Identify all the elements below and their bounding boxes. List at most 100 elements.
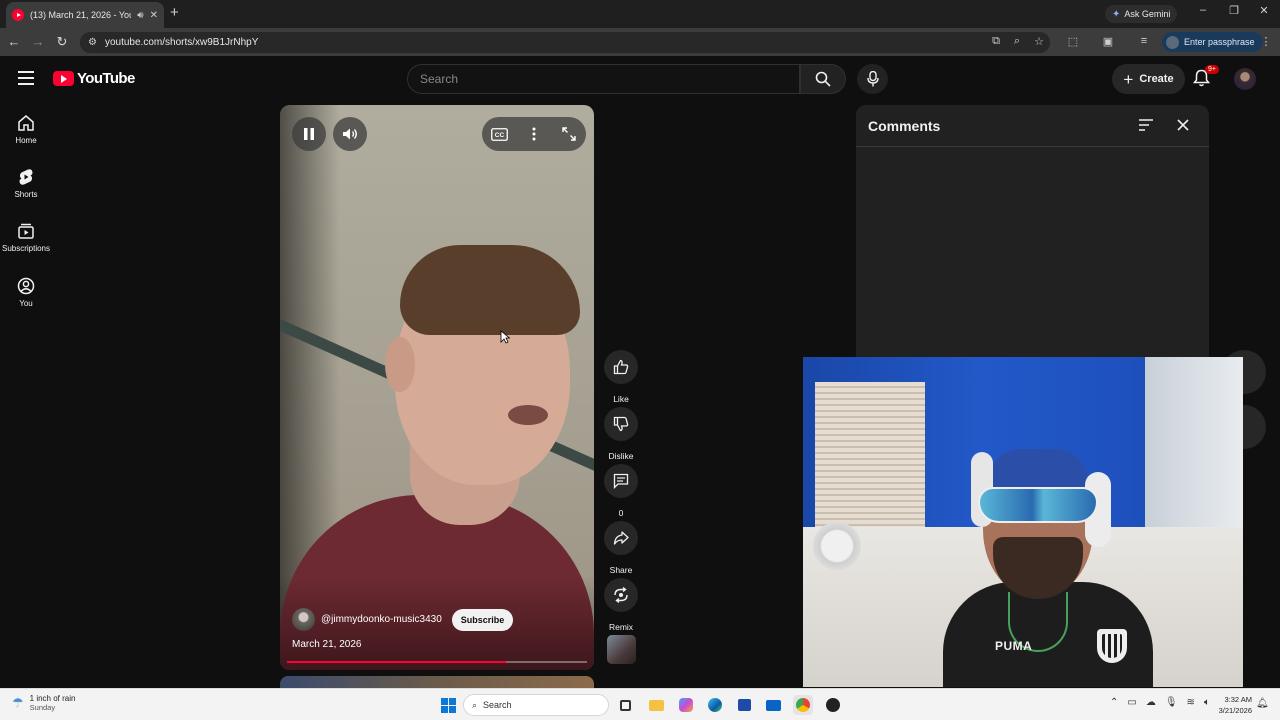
close-icon: [1177, 119, 1189, 131]
subscribe-button[interactable]: Subscribe: [451, 608, 514, 631]
search-box[interactable]: [407, 64, 800, 94]
thumbs-up-icon: [613, 359, 629, 375]
profile-avatar: [1166, 35, 1179, 49]
channel-name[interactable]: @jimmydoonko-music3430: [321, 614, 442, 625]
task-view-icon[interactable]: [615, 695, 635, 715]
youtube-logo[interactable]: YouTube: [53, 70, 135, 87]
fullscreen-button[interactable]: [552, 117, 586, 151]
camera-icon[interactable]: ▭: [1127, 697, 1136, 708]
remix-label: Remix: [608, 622, 634, 632]
reload-icon[interactable]: ↻: [54, 34, 70, 50]
minimize-icon[interactable]: –: [1193, 4, 1213, 16]
site-info-icon[interactable]: ⚙︎: [88, 37, 97, 48]
progress-bar[interactable]: [287, 661, 587, 663]
cloud-icon[interactable]: ☁: [1146, 697, 1156, 708]
volume-button[interactable]: [333, 117, 367, 151]
shorts-video-player[interactable]: CC @jimmydoonko-music3430 Subscribe Marc…: [280, 105, 594, 670]
close-comments-button[interactable]: [1176, 118, 1190, 132]
window-close-icon[interactable]: ✕: [1254, 4, 1274, 17]
create-label: Create: [1139, 73, 1174, 85]
wifi-icon[interactable]: ≋: [1187, 697, 1195, 708]
restore-icon[interactable]: ❐: [1224, 4, 1244, 17]
dislike-circle[interactable]: [604, 407, 638, 441]
sidebar-item-you[interactable]: You: [0, 277, 52, 308]
obs-icon[interactable]: [823, 695, 843, 715]
weather-widget[interactable]: ☂ 1 inch of rain Sunday: [12, 694, 75, 712]
enter-passphrase-button[interactable]: Enter passphrase: [1162, 32, 1263, 52]
taskbar-search[interactable]: ⌕ Search: [463, 694, 609, 716]
extensions-icon[interactable]: ⬚: [1065, 35, 1081, 48]
sidebar-item-subscriptions[interactable]: Subscriptions: [0, 222, 52, 253]
microphone-icon[interactable]: 🎙︎: [1165, 697, 1178, 708]
search-input[interactable]: [420, 72, 799, 86]
start-button[interactable]: [438, 695, 458, 715]
expand-icon: [562, 127, 576, 141]
sound-thumbnail[interactable]: [607, 635, 636, 664]
edge-icon[interactable]: [705, 695, 725, 715]
reading-list-icon[interactable]: ▣: [1100, 35, 1116, 48]
clock-date: 3/21/2026: [1218, 706, 1252, 715]
file-explorer-icon[interactable]: [646, 695, 666, 715]
tab-close-icon[interactable]: ✕: [150, 10, 158, 21]
bookmark-star-icon[interactable]: ☆: [1031, 35, 1047, 48]
zoom-icon[interactable]: ⌕: [1009, 35, 1025, 48]
copilot-icon[interactable]: [676, 695, 696, 715]
comments-circle[interactable]: [604, 464, 638, 498]
forward-icon[interactable]: →: [30, 34, 46, 49]
cast-icon[interactable]: ⧉: [988, 35, 1004, 48]
more-options-button[interactable]: [517, 117, 551, 151]
voice-search-button[interactable]: [857, 64, 888, 94]
ask-gemini-button[interactable]: ✦ Ask Gemini: [1105, 5, 1178, 23]
search-icon: [815, 71, 831, 87]
back-icon[interactable]: ←: [6, 34, 22, 49]
account-avatar[interactable]: [1234, 68, 1256, 90]
progress-fill: [287, 661, 506, 663]
browser-tab-strip: (13) March 21, 2026 - YouT 🔊︎ ✕ + ✦ Ask …: [0, 0, 1280, 28]
browser-tab-youtube[interactable]: (13) March 21, 2026 - YouT 🔊︎ ✕: [6, 2, 164, 28]
plus-icon: +: [1123, 69, 1134, 89]
comment-icon: [613, 473, 629, 489]
browser-menu-icon[interactable]: ⋮: [1258, 35, 1274, 48]
search-button[interactable]: [800, 64, 846, 94]
address-bar[interactable]: ⚙︎ youtube.com/shorts/xw9B1JrNhpY: [80, 32, 1050, 53]
create-button[interactable]: + Create: [1112, 64, 1185, 94]
store-icon[interactable]: [734, 695, 754, 715]
tab-audio-icon[interactable]: 🔊︎: [137, 10, 143, 21]
captions-button[interactable]: CC: [482, 117, 516, 151]
home-icon: [18, 115, 34, 131]
mail-icon[interactable]: [763, 695, 783, 715]
share-button[interactable]: Share: [604, 521, 638, 575]
channel-row: @jimmydoonko-music3430 Subscribe: [292, 608, 514, 631]
like-button[interactable]: Like: [604, 350, 638, 404]
remix-circle[interactable]: [604, 578, 638, 612]
next-short-preview[interactable]: [280, 676, 594, 688]
pause-button[interactable]: [292, 117, 326, 151]
remix-button[interactable]: Remix: [604, 578, 638, 632]
notification-badge: 9+: [1205, 65, 1219, 74]
sidebar-item-home[interactable]: Home: [0, 114, 52, 145]
sidebar-item-shorts[interactable]: Shorts: [0, 168, 52, 199]
like-circle[interactable]: [604, 350, 638, 384]
webcam-frame: PUMA: [995, 639, 1033, 653]
dislike-button[interactable]: Dislike: [604, 407, 638, 461]
menu-icon[interactable]: [18, 71, 34, 89]
mouse-cursor-icon: [500, 330, 510, 344]
notification-center-icon[interactable]: 🔔︎: [1256, 698, 1269, 709]
sort-icon: [1139, 119, 1153, 131]
notifications-button[interactable]: 9+: [1193, 65, 1219, 87]
webcam-frame: [815, 382, 925, 537]
webcam-frame: [1097, 629, 1127, 663]
short-title[interactable]: March 21, 2026: [292, 639, 362, 650]
video-frame: [508, 405, 548, 425]
clock[interactable]: 3:32 AM 3/21/2026: [1208, 694, 1252, 716]
media-controls-icon[interactable]: ≡: [1136, 35, 1152, 47]
chevron-up-icon[interactable]: ⌃: [1110, 697, 1118, 708]
chrome-icon[interactable]: [793, 695, 813, 715]
taskbar-search-label: Search: [483, 700, 512, 710]
share-circle[interactable]: [604, 521, 638, 555]
comments-button[interactable]: 0: [604, 464, 638, 518]
new-tab-button[interactable]: +: [170, 4, 179, 21]
channel-avatar[interactable]: [292, 608, 315, 631]
pause-icon: [304, 128, 314, 140]
sort-comments-button[interactable]: [1138, 118, 1154, 132]
